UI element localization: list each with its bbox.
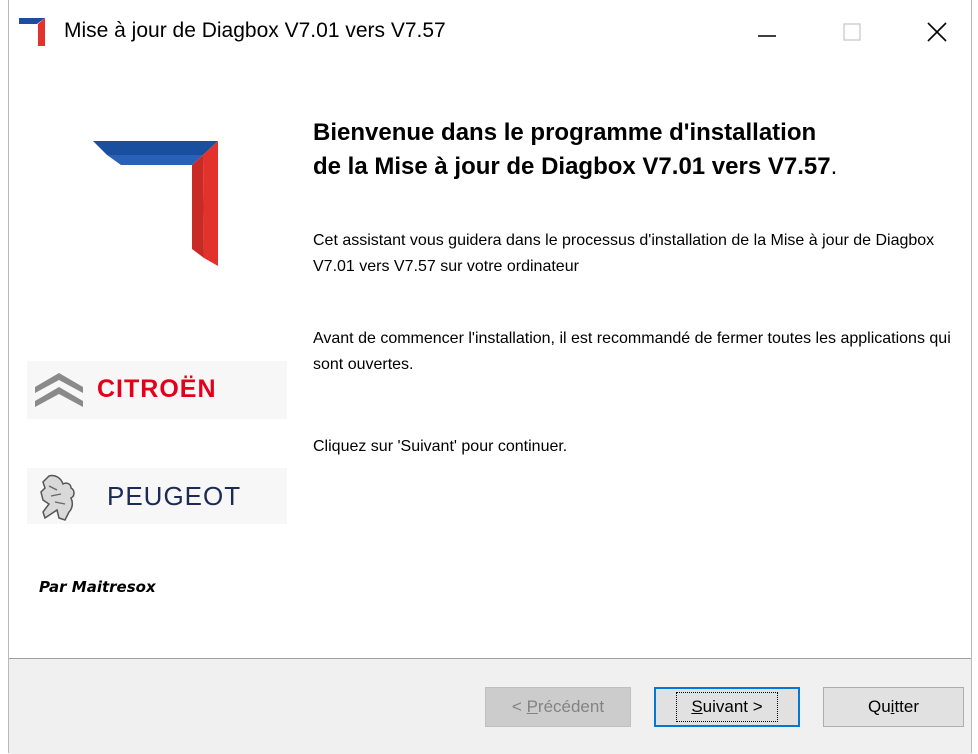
peugeot-wordmark: PEUGEOT bbox=[107, 481, 242, 511]
heading-period: . bbox=[830, 153, 838, 180]
next-accel: S bbox=[691, 697, 703, 716]
close-icon bbox=[927, 22, 947, 42]
branding-panel: CITROËN PEUGEOT Par Maitresox bbox=[9, 66, 294, 658]
diagbox-logo-icon bbox=[93, 141, 218, 266]
maximize-icon bbox=[843, 23, 861, 41]
previous-accel: P bbox=[526, 697, 538, 716]
previous-rest: récédent bbox=[537, 697, 605, 716]
intro-paragraph: Cet assistant vous guidera dans le proce… bbox=[313, 232, 935, 275]
wizard-content: CITROËN PEUGEOT Par Maitresox Bienvenue … bbox=[9, 66, 971, 658]
maximize-button[interactable] bbox=[829, 10, 875, 54]
peugeot-lion-icon bbox=[40, 474, 75, 521]
installer-window: Mise à jour de Diagbox V7.01 vers V7.57 bbox=[8, 0, 972, 754]
button-bar: < Précédent Suivant > Quitter bbox=[9, 658, 971, 754]
quit-button[interactable]: Quitter bbox=[823, 687, 964, 727]
peugeot-logo: PEUGEOT bbox=[27, 468, 287, 524]
next-button[interactable]: Suivant > bbox=[654, 687, 800, 727]
heading-line-2: de la Mise à jour de Diagbox V7.01 vers … bbox=[313, 150, 963, 184]
quit-prefix: Qu bbox=[867, 697, 891, 716]
welcome-heading: Bienvenue dans le programme d'installati… bbox=[313, 116, 963, 184]
previous-button-label: < Précédent bbox=[512, 697, 604, 717]
next-rest: uivant > bbox=[702, 697, 763, 716]
continue-instruction: Cliquez sur 'Suivant' pour continuer. bbox=[313, 438, 568, 455]
citroen-chevrons-icon bbox=[35, 373, 83, 407]
heading-line-2-text: de la Mise à jour de Diagbox V7.01 vers … bbox=[313, 153, 831, 180]
quit-button-label: Quitter bbox=[868, 697, 919, 717]
previous-prefix: < bbox=[511, 697, 527, 716]
close-button[interactable] bbox=[914, 10, 960, 54]
next-button-label: Suivant > bbox=[676, 692, 778, 722]
title-bar[interactable]: Mise à jour de Diagbox V7.01 vers V7.57 bbox=[9, 0, 971, 66]
minimize-button[interactable] bbox=[744, 10, 790, 54]
app-logo-icon bbox=[19, 18, 45, 46]
recommendation-paragraph: Avant de commencer l'installation, il es… bbox=[313, 330, 951, 373]
heading-line-1: Bienvenue dans le programme d'installati… bbox=[313, 119, 817, 146]
previous-button[interactable]: < Précédent bbox=[485, 687, 631, 727]
citroen-logo: CITROËN bbox=[27, 361, 287, 419]
window-title: Mise à jour de Diagbox V7.01 vers V7.57 bbox=[64, 19, 446, 42]
credit-text: Par Maitresox bbox=[39, 578, 156, 596]
minimize-icon bbox=[758, 35, 776, 37]
quit-rest: tter bbox=[894, 697, 920, 716]
citroen-wordmark: CITROËN bbox=[97, 375, 217, 403]
